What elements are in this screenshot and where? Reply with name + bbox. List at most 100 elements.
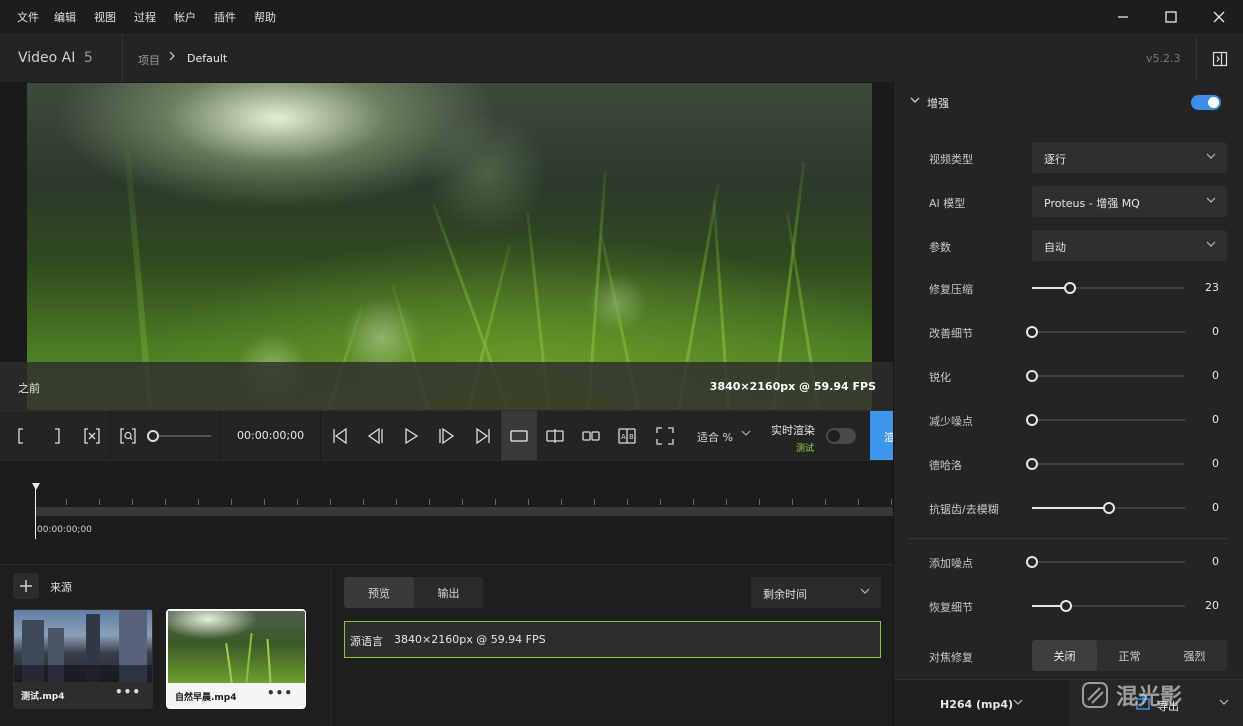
realtime-render-toggle[interactable]: [826, 428, 856, 444]
app-name: Video AI 5: [18, 50, 93, 66]
slider-track[interactable]: [1026, 458, 1185, 470]
maximize-button[interactable]: [1151, 4, 1191, 30]
source-card-selected[interactable]: 自然早晨.mp4 •••: [166, 609, 306, 709]
version-label: v5.2.3: [1146, 52, 1181, 65]
enhance-toggle[interactable]: [1191, 95, 1221, 110]
slider-knob[interactable]: [1026, 556, 1038, 568]
slider-track[interactable]: [1032, 502, 1185, 514]
fullscreen-button[interactable]: [655, 424, 675, 448]
playhead[interactable]: [35, 487, 36, 539]
menu-file[interactable]: 文件: [17, 9, 39, 25]
go-to-start-button[interactable]: [330, 424, 350, 448]
params-label: 参数: [929, 241, 951, 254]
source-info-row[interactable]: 源语言 3840×2160px @ 59.94 FPS: [344, 621, 881, 658]
timeline-tick: [462, 499, 463, 505]
menu-account[interactable]: 帐户: [174, 9, 196, 25]
menu-process[interactable]: 过程: [134, 9, 156, 25]
mark-out-button[interactable]: [50, 424, 64, 448]
slider-value: 0: [1212, 457, 1219, 470]
render-preview-button[interactable]: 渲: [870, 411, 893, 461]
slider-knob[interactable]: [1064, 282, 1077, 294]
slider-track[interactable]: [1026, 556, 1185, 568]
clear-bracket-icon: [84, 428, 100, 444]
slider-track[interactable]: [1032, 282, 1185, 294]
timeline-tick: [858, 499, 859, 505]
compare-original-button[interactable]: AB: [617, 424, 637, 448]
slider-value: 0: [1212, 369, 1219, 382]
panel-toggle-button[interactable]: [1196, 35, 1243, 83]
breadcrumb-project[interactable]: 项目: [138, 52, 160, 68]
minimize-button[interactable]: [1103, 4, 1143, 30]
slider-track[interactable]: [1026, 414, 1185, 426]
timeline-tick: [627, 499, 628, 505]
compare-ab-icon: AB: [618, 428, 636, 444]
source-info-label: 源语言: [350, 635, 383, 648]
play-button[interactable]: [401, 424, 421, 448]
timeline-tick: [825, 499, 826, 505]
next-frame-button[interactable]: [437, 424, 457, 448]
zoom-button[interactable]: [118, 424, 138, 448]
zoom-icon: [120, 428, 136, 444]
slider-knob[interactable]: [1026, 414, 1038, 426]
close-button[interactable]: [1199, 4, 1239, 30]
focus-fix-normal[interactable]: 正常: [1097, 640, 1162, 671]
slider-knob[interactable]: [1026, 370, 1038, 382]
tab-preview[interactable]: 预览: [344, 577, 414, 608]
timeline-tick: [660, 499, 661, 505]
focus-fix-off[interactable]: 关闭: [1032, 640, 1097, 671]
add-source-button[interactable]: [13, 573, 39, 599]
single-view-button[interactable]: [501, 411, 537, 461]
slider-knob[interactable]: [1026, 326, 1038, 338]
slider-label: 改善细节: [929, 327, 973, 340]
tab-output[interactable]: 输出: [414, 577, 483, 608]
mark-in-button[interactable]: [14, 424, 28, 448]
ai-model-select[interactable]: Proteus - 增强 MQ: [1032, 186, 1227, 217]
timeline-track[interactable]: [35, 507, 893, 516]
zoom-slider-track[interactable]: [153, 435, 211, 437]
slider-knob[interactable]: [1026, 458, 1038, 470]
slider-value: 0: [1212, 413, 1219, 426]
timeline[interactable]: 00:00:00;00: [0, 460, 893, 564]
menu-edit[interactable]: 编辑: [54, 9, 76, 25]
timeline-tick: [132, 499, 133, 505]
playhead-handle[interactable]: [32, 483, 40, 490]
split-view-button[interactable]: [545, 424, 565, 448]
slider-knob[interactable]: [1059, 600, 1072, 612]
clear-marks-button[interactable]: [82, 424, 102, 448]
panel-toggle-icon: [1212, 51, 1228, 67]
source-info-value: 3840×2160px @ 59.94 FPS: [394, 633, 546, 646]
section-divider: [909, 538, 1227, 539]
chevron-down-icon: [1012, 696, 1024, 711]
enhance-title: 增强: [927, 97, 949, 110]
video-type-select[interactable]: 逐行: [1032, 142, 1227, 173]
slider-value: 0: [1212, 325, 1219, 338]
more-options-icon[interactable]: •••: [267, 686, 293, 700]
chevron-down-icon: [1218, 696, 1230, 711]
slider-label: 减少噪点: [929, 415, 973, 428]
zoom-fit-dropdown[interactable]: 适合 %: [697, 429, 733, 445]
params-select[interactable]: 自动: [1032, 230, 1227, 261]
menu-help[interactable]: 帮助: [254, 9, 276, 25]
slider-value: 0: [1212, 555, 1219, 568]
menu-plugins[interactable]: 插件: [214, 9, 236, 25]
side-by-side-button[interactable]: [581, 424, 601, 448]
slider-value: 20: [1205, 599, 1219, 612]
go-to-end-button[interactable]: [473, 424, 493, 448]
slider-track[interactable]: [1026, 370, 1185, 382]
focus-fix-strong[interactable]: 强烈: [1162, 640, 1227, 671]
zoom-slider-knob[interactable]: [147, 430, 159, 442]
slider-track[interactable]: [1032, 600, 1185, 612]
slider-knob[interactable]: [1102, 502, 1115, 514]
slider-track[interactable]: [1026, 326, 1185, 338]
timeline-tick: [99, 499, 100, 505]
menu-view[interactable]: 视图: [94, 9, 116, 25]
codec-dropdown[interactable]: H264 (mp4): [940, 698, 1013, 711]
video-viewer[interactable]: 之前 3840×2160px @ 59.94 FPS: [0, 82, 893, 410]
slider-label: 添加噪点: [929, 557, 973, 570]
settings-panel: 增强 视频类型 逐行 AI 模型 Proteus - 增强 MQ 参数 自动 修…: [893, 82, 1243, 726]
previous-frame-button[interactable]: [365, 424, 385, 448]
remaining-time-dropdown[interactable]: 剩余时间: [751, 577, 881, 608]
source-card[interactable]: 测试.mp4 •••: [13, 609, 153, 709]
more-options-icon[interactable]: •••: [115, 685, 141, 699]
chevron-down-icon: [1205, 150, 1217, 165]
